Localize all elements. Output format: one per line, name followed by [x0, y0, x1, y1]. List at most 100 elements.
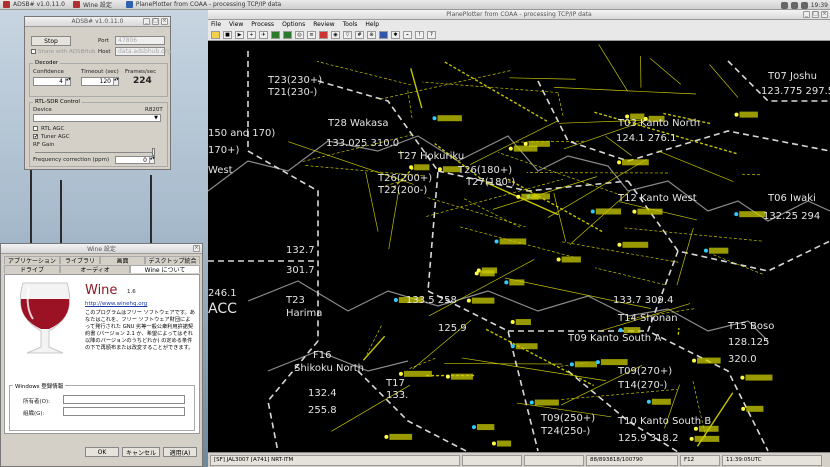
grid-icon[interactable]: #: [355, 30, 364, 39]
tab-drives[interactable]: ドライブ: [4, 265, 60, 274]
aircraft-marker: [734, 112, 739, 117]
aircraft-marker: [466, 298, 471, 303]
tab-applications[interactable]: アプリケーション: [4, 256, 60, 265]
network-icon[interactable]: [780, 1, 788, 9]
toolbar: ■ ▶ + ✈ ◎ ≡ ◉ ▽ # ⊕ ✱ ⌁ ! ?: [208, 29, 830, 41]
rtl-agc-checkbox[interactable]: [33, 126, 38, 131]
flag-icon[interactable]: [379, 30, 388, 39]
stop-button[interactable]: Stop: [31, 36, 71, 46]
minimize-icon[interactable]: _: [803, 11, 810, 18]
tuner-agc-checkbox[interactable]: ✔: [33, 134, 38, 140]
maximize-icon[interactable]: □: [152, 18, 159, 25]
wine-glass-logo: [19, 282, 71, 354]
window-titlebar[interactable]: ADSB# v1.0.11.0 _ □ ×: [25, 17, 170, 27]
flight-track: [410, 68, 423, 109]
target-icon[interactable]: ◎: [295, 30, 304, 39]
sector-label: T23: [285, 295, 305, 306]
tab-audio[interactable]: オーディオ: [60, 265, 130, 274]
map-icon[interactable]: [271, 30, 280, 39]
power-icon[interactable]: [800, 1, 808, 9]
port-input[interactable]: 47806: [115, 36, 165, 45]
flight-label-block: [694, 435, 720, 442]
freq-corr-label: Frequency correction (ppm): [33, 157, 110, 163]
chart-icon[interactable]: [283, 30, 292, 39]
tab-about-wine[interactable]: Wine について: [130, 265, 200, 274]
close-icon[interactable]: ×: [821, 11, 828, 18]
adsb-window: ADSB# v1.0.11.0 _ □ × Stop Port 47806 Shar…: [24, 16, 171, 170]
zoom-icon[interactable]: ⊕: [367, 30, 376, 39]
taskbar-item-adsb[interactable]: ADSB# v1.0.11.0: [0, 0, 68, 9]
window-titlebar[interactable]: Wine 設定 ×: [1, 244, 202, 254]
share-checkbox[interactable]: [31, 49, 36, 54]
alert-icon[interactable]: [319, 30, 328, 39]
owner-input[interactable]: [63, 395, 185, 404]
taskbar-item-wine[interactable]: Wine 設定: [70, 0, 115, 9]
menu-file[interactable]: File: [211, 21, 221, 28]
tab-desktop-integration[interactable]: デスクトップ統合: [145, 256, 200, 265]
flight-track: [741, 173, 761, 176]
close-icon[interactable]: ×: [161, 18, 168, 25]
ok-button[interactable]: OK: [85, 447, 119, 457]
organization-input[interactable]: [63, 407, 185, 416]
help-icon[interactable]: ?: [427, 30, 436, 39]
tab-graphics[interactable]: 画面: [100, 256, 145, 265]
flight-track: [557, 92, 564, 116]
menu-review[interactable]: Review: [313, 21, 334, 28]
aircraft-marker: [617, 242, 622, 247]
winehq-link[interactable]: http://www.winehq.org: [85, 301, 147, 307]
taskbar-item-planeplotter[interactable]: PlanePlotter from COAA - processing TCP/…: [123, 0, 284, 9]
radar-map[interactable]: T23(230+) T21(230-) T28 Wakasa 133.025 310.…: [208, 41, 830, 452]
flight-icon[interactable]: ⌁: [403, 30, 412, 39]
spinner-icon[interactable]: ▲▼: [65, 78, 71, 85]
menu-tools[interactable]: Tools: [343, 21, 358, 28]
freq-corr-stepper[interactable]: 0 ▲▼: [115, 156, 155, 164]
wine-version: 1.6: [127, 289, 136, 295]
crosshair-icon[interactable]: +: [247, 30, 256, 39]
volume-icon[interactable]: [790, 1, 798, 9]
warning-icon[interactable]: !: [415, 30, 424, 39]
status-pane: [462, 454, 522, 466]
chevron-down-icon: ▼: [154, 115, 158, 121]
open-folder-icon[interactable]: [211, 30, 220, 39]
clock[interactable]: 19:39: [811, 2, 828, 9]
flight-track: [409, 357, 437, 369]
flight-track: [595, 267, 665, 286]
host-input[interactable]: data.adsbhub.org: [115, 47, 171, 56]
radar-icon[interactable]: ◉: [331, 30, 340, 39]
map-canvas[interactable]: T23(230+)T21(230-) T28 Wakasa 133.025 310.…: [208, 41, 830, 452]
list-icon[interactable]: ≡: [307, 30, 316, 39]
rf-gain-slider[interactable]: [35, 152, 155, 153]
play-icon[interactable]: ▶: [235, 30, 244, 39]
menu-view[interactable]: View: [229, 21, 243, 28]
maximize-icon[interactable]: □: [812, 11, 819, 18]
plane-icon[interactable]: ✈: [259, 30, 268, 39]
cancel-button[interactable]: キャンセル: [122, 447, 160, 457]
flight-track: [365, 171, 379, 232]
confidence-value: 4: [59, 78, 63, 85]
flight-track: [676, 227, 694, 286]
app-icon: [3, 1, 10, 8]
aircraft-marker: [569, 362, 574, 367]
spinner-icon[interactable]: ▲▼: [113, 78, 119, 85]
aircraft-marker: [556, 257, 561, 262]
timeout-stepper[interactable]: 120 ▲▼: [81, 77, 119, 86]
menu-process[interactable]: Process: [251, 21, 274, 28]
close-icon[interactable]: ×: [193, 245, 200, 252]
stop-icon[interactable]: ■: [223, 30, 232, 39]
slider-handle[interactable]: [152, 148, 155, 156]
confidence-stepper[interactable]: 4 ▲▼: [33, 77, 71, 86]
sector-label: T09(270+): [617, 366, 672, 377]
filter-icon[interactable]: ▽: [343, 30, 352, 39]
bug-icon[interactable]: ✱: [391, 30, 400, 39]
window-titlebar[interactable]: PlanePlotter from COAA - processing TCP/…: [208, 10, 830, 20]
spinner-icon[interactable]: ▲▼: [149, 157, 155, 163]
device-select[interactable]: ▼: [33, 114, 161, 122]
sector-label: 133.: [386, 390, 408, 401]
minimize-icon[interactable]: _: [143, 18, 150, 25]
menu-help[interactable]: Help: [365, 21, 379, 28]
apply-button[interactable]: 適用(A): [163, 447, 197, 457]
flight-label-block: [746, 405, 764, 412]
tab-libraries[interactable]: ライブラリ: [60, 256, 100, 265]
aircraft-marker: [393, 298, 398, 303]
menu-options[interactable]: Options: [282, 21, 305, 28]
